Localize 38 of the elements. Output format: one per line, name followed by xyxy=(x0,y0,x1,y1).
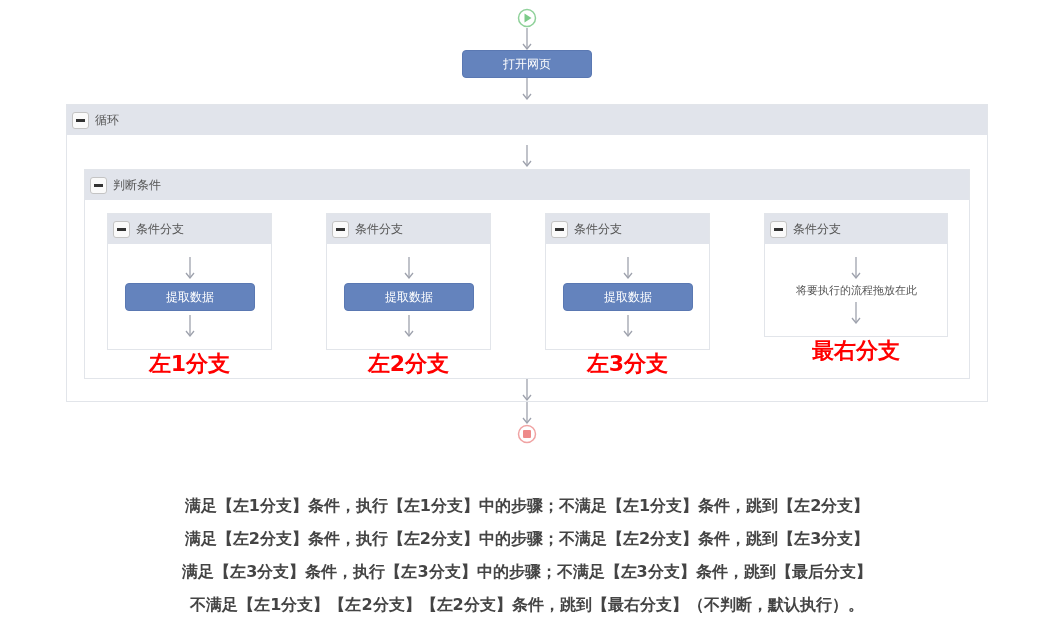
collapse-button[interactable] xyxy=(113,220,130,238)
flow-arrow xyxy=(851,257,861,279)
flow-arrow xyxy=(522,145,532,167)
flow-arrow xyxy=(622,315,633,337)
note-line: 满足【左1分支】条件，执行【左1分支】中的步骤；不满足【左1分支】条件，跳到【左2分支】 xyxy=(184,495,870,517)
container-title: 判断条件 xyxy=(113,176,161,194)
branch-annotation: 最右分支 xyxy=(812,337,900,365)
flow-arrow xyxy=(403,315,414,337)
container-title: 条件分支 xyxy=(793,220,841,238)
flow-arrow xyxy=(184,315,195,337)
flow-arrow xyxy=(184,257,195,279)
drop-hint: 将要执行的流程拖放在此 xyxy=(795,283,917,298)
action-node[interactable]: 提取数据 xyxy=(562,283,693,311)
container-title: 条件分支 xyxy=(355,220,403,238)
flow-arrow xyxy=(403,257,414,279)
flow-arrow xyxy=(622,257,633,279)
note-line: 满足【左3分支】条件，执行【左3分支】中的步骤；不满足【左3分支】条件，跳到【最后分支】 xyxy=(182,561,872,583)
collapse-button[interactable] xyxy=(72,111,89,129)
note-line: 不满足【左1分支】【左2分支】【左2分支】条件，跳到【最右分支】（不判断，默认执行）。 xyxy=(190,594,864,616)
container-title: 条件分支 xyxy=(574,220,622,238)
action-node[interactable]: 打开网页 xyxy=(462,50,592,78)
collapse-button[interactable] xyxy=(332,220,349,238)
flow-arrow xyxy=(522,379,532,401)
collapse-button[interactable] xyxy=(90,176,107,194)
action-node[interactable]: 提取数据 xyxy=(124,283,255,311)
flow-arrow xyxy=(522,78,532,100)
branch-annotation: 左1分支 xyxy=(148,350,231,378)
flow-arrow xyxy=(522,402,532,424)
collapse-button[interactable] xyxy=(770,220,787,238)
collapse-button[interactable] xyxy=(551,220,568,238)
container-title: 循环 xyxy=(95,111,119,129)
container-title: 条件分支 xyxy=(136,220,184,238)
flow-arrow xyxy=(851,302,861,324)
action-node[interactable]: 提取数据 xyxy=(343,283,474,311)
note-line: 满足【左2分支】条件，执行【左2分支】中的步骤；不满足【左2分支】条件，跳到【左3分支】 xyxy=(184,528,870,550)
flow-arrow xyxy=(522,28,532,50)
branch-annotation: 左2分支 xyxy=(367,350,450,378)
branch-annotation: 左3分支 xyxy=(586,350,669,378)
